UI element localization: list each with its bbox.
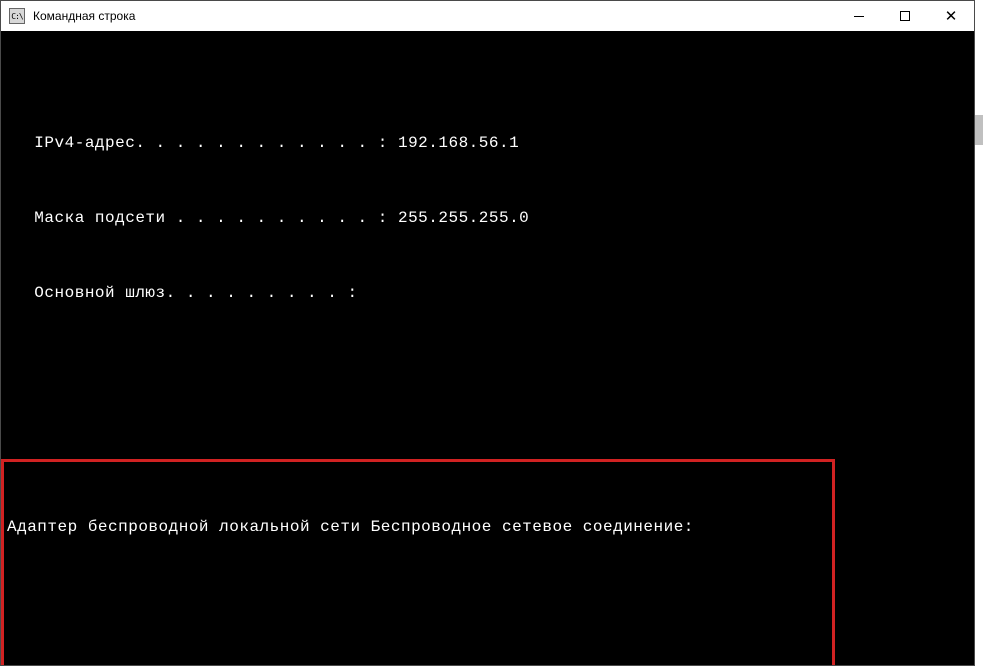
titlebar[interactable]: C:\ Командная строка ✕	[1, 1, 974, 31]
outer-scrollbar-track[interactable]	[975, 0, 983, 666]
terminal-output: IPv4-адрес. . . . . . . . . . . . : 192.…	[1, 81, 974, 665]
outer-scrollbar-thumb[interactable]	[975, 115, 983, 145]
minimize-button[interactable]	[836, 1, 882, 31]
output-line: IPv4-адрес. . . . . . . . . . . . : 192.…	[1, 131, 974, 156]
window-title: Командная строка	[33, 9, 836, 23]
cmd-icon: C:\	[9, 8, 25, 24]
output-line: Маска подсети . . . . . . . . . . : 255.…	[1, 206, 974, 231]
output-line	[4, 590, 832, 615]
command-prompt-window: C:\ Командная строка ✕ IPv4-адрес. . . .…	[0, 0, 975, 666]
terminal-area[interactable]: IPv4-адрес. . . . . . . . . . . . : 192.…	[1, 31, 974, 665]
highlight-outer-box: Адаптер беспроводной локальной сети Бесп…	[1, 459, 835, 665]
close-button[interactable]: ✕	[928, 1, 974, 31]
output-line: Основной шлюз. . . . . . . . . :	[1, 281, 974, 306]
close-icon: ✕	[945, 9, 958, 24]
maximize-button[interactable]	[882, 1, 928, 31]
minimize-icon	[854, 16, 864, 17]
output-line	[1, 356, 974, 381]
maximize-icon	[900, 11, 910, 21]
window-controls: ✕	[836, 1, 974, 31]
wireless-adapter-header: Адаптер беспроводной локальной сети Бесп…	[4, 515, 832, 540]
